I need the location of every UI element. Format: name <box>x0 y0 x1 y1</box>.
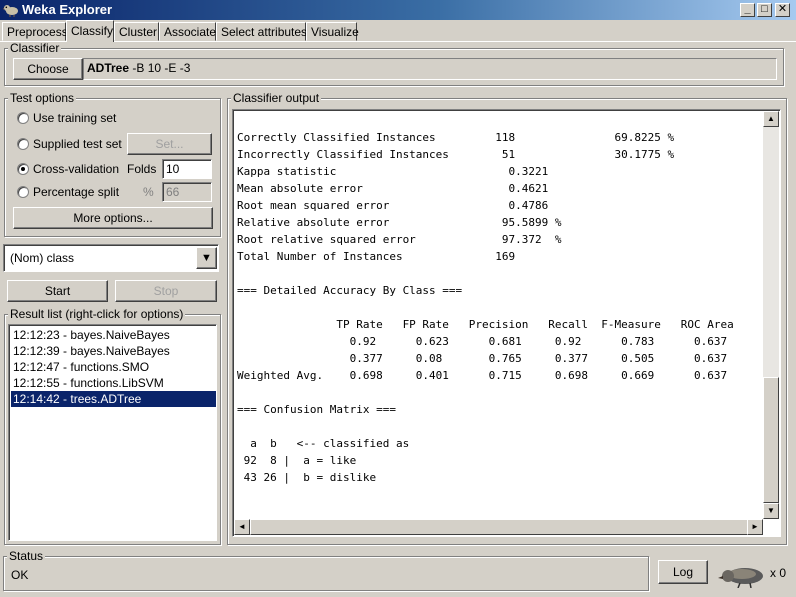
set-test-set-button[interactable]: Set... <box>127 133 212 155</box>
test-options-label: Test options <box>8 91 77 105</box>
minimize-button[interactable]: _ <box>740 3 755 17</box>
vertical-scrollbar[interactable]: ▲ ▼ <box>763 111 779 519</box>
classifier-options: -B 10 -E -3 <box>129 61 191 75</box>
weka-bird-status-icon <box>718 568 763 588</box>
chevron-down-icon[interactable]: ▼ <box>196 247 217 269</box>
horizontal-scroll-thumb[interactable] <box>250 519 748 535</box>
stop-button[interactable]: Stop <box>115 280 217 302</box>
supplied-test-set-label: Supplied test set <box>33 137 122 151</box>
cross-validation-radio[interactable] <box>17 163 29 175</box>
tab-cluster[interactable]: Cluster <box>114 22 159 41</box>
percentage-split-input[interactable]: 66 <box>162 182 212 202</box>
result-list-label: Result list (right-click for options) <box>8 307 186 321</box>
classifier-name: ADTree <box>87 61 130 75</box>
window-title: Weka Explorer <box>22 2 113 17</box>
percent-symbol: % <box>143 185 154 199</box>
class-attribute-select[interactable]: (Nom) class <box>3 244 219 272</box>
status-group-label: Status <box>7 549 46 563</box>
scroll-right-icon[interactable]: ► <box>747 519 763 535</box>
result-list[interactable]: 12:12:23 - bayes.NaiveBayes 12:12:39 - b… <box>8 324 217 541</box>
status-text: OK <box>11 568 29 582</box>
vertical-scroll-thumb[interactable] <box>763 377 779 503</box>
class-attribute-value: (Nom) class <box>10 251 75 265</box>
classifier-group-label: Classifier <box>8 41 62 55</box>
title-bar[interactable]: Weka Explorer _ □ ✕ <box>0 0 796 20</box>
log-button[interactable]: Log <box>658 560 708 584</box>
tab-visualize[interactable]: Visualize <box>306 22 359 41</box>
classifier-output-label: Classifier output <box>231 91 322 105</box>
scroll-left-icon[interactable]: ◄ <box>234 519 250 535</box>
tab-associate[interactable]: Associate <box>159 22 216 41</box>
use-training-set-label: Use training set <box>33 111 117 125</box>
result-item[interactable]: 12:12:23 - bayes.NaiveBayes <box>11 327 216 343</box>
task-count: x 0 <box>770 566 787 580</box>
scroll-up-icon[interactable]: ▲ <box>763 111 779 127</box>
more-options-button[interactable]: More options... <box>13 207 213 229</box>
supplied-test-set-radio[interactable] <box>17 138 29 150</box>
tab-divider <box>0 41 796 42</box>
scroll-down-icon[interactable]: ▼ <box>763 503 779 519</box>
result-item[interactable]: 12:12:39 - bayes.NaiveBayes <box>11 343 216 359</box>
tab-select-attributes[interactable]: Select attributes <box>216 22 307 41</box>
result-item-selected[interactable]: 12:14:42 - trees.ADTree <box>11 391 216 407</box>
classifier-spec-field[interactable]: ADTree -B 10 -E -3 <box>83 58 777 80</box>
result-item[interactable]: 12:12:55 - functions.LibSVM <box>11 375 216 391</box>
classifier-output-text: Correctly Classified Instances 118 69.82… <box>237 131 734 484</box>
start-button[interactable]: Start <box>7 280 108 302</box>
classifier-output-area[interactable]: Correctly Classified Instances 118 69.82… <box>232 109 781 537</box>
tab-classify[interactable]: Classify <box>66 20 114 42</box>
weka-bird-icon <box>3 5 18 17</box>
percentage-split-label: Percentage split <box>33 185 120 199</box>
choose-button[interactable]: Choose <box>13 58 83 80</box>
tab-preprocess[interactable]: Preprocess <box>2 22 68 41</box>
maximize-button[interactable]: □ <box>757 3 772 17</box>
horizontal-scrollbar[interactable]: ◄ ► <box>234 519 763 535</box>
percentage-split-radio[interactable] <box>17 186 29 198</box>
use-training-set-radio[interactable] <box>17 112 29 124</box>
folds-input[interactable]: 10 <box>162 159 212 179</box>
status-group <box>3 556 649 591</box>
close-button[interactable]: ✕ <box>775 3 790 17</box>
result-item[interactable]: 12:12:47 - functions.SMO <box>11 359 216 375</box>
folds-label: Folds <box>127 162 157 176</box>
cross-validation-label: Cross-validation <box>33 162 120 176</box>
